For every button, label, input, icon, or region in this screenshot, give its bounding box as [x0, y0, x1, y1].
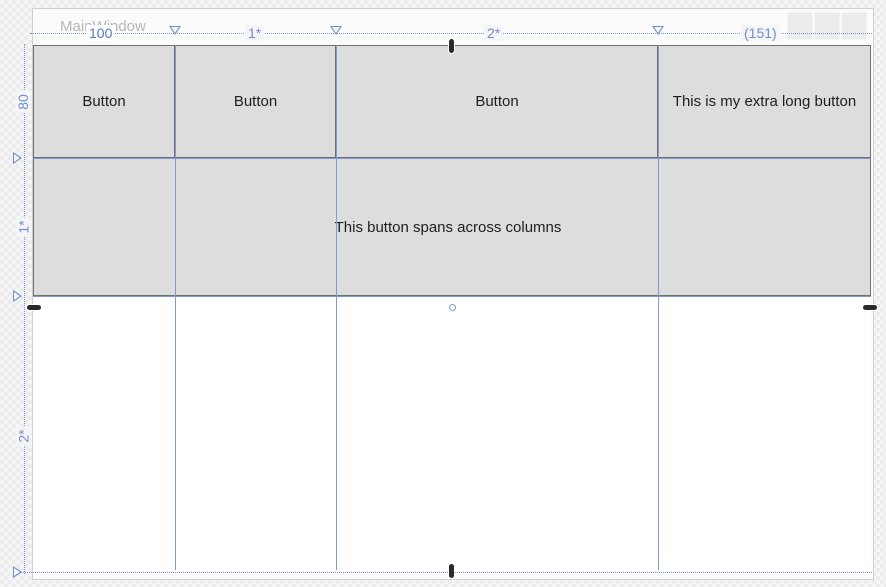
button-4[interactable]: This is my extra long button	[658, 45, 871, 158]
row-marker-1-icon[interactable]	[13, 152, 22, 164]
bottom-ruler	[20, 572, 872, 573]
button-2[interactable]: Button	[175, 45, 336, 158]
button-1-label: Button	[82, 93, 126, 110]
right-resize-handle-icon[interactable]	[862, 304, 878, 311]
column-marker-2-icon[interactable]	[330, 26, 342, 35]
close-button[interactable]	[841, 12, 867, 40]
row-marker-3-icon[interactable]	[13, 566, 22, 578]
row-marker-2-icon[interactable]	[13, 290, 22, 302]
row-height-label-3[interactable]: 2*	[15, 426, 32, 446]
column-width-label-3[interactable]: 2*	[484, 25, 504, 41]
button-1[interactable]: Button	[33, 45, 175, 158]
button-3-label: Button	[475, 93, 519, 110]
column-width-label-1[interactable]: 100	[86, 25, 116, 41]
column-divider-1[interactable]	[175, 45, 176, 570]
row-ruler	[24, 44, 25, 574]
left-resize-handle-icon[interactable]	[26, 304, 42, 311]
row-height-label-2[interactable]: 1*	[15, 217, 32, 237]
maximize-button[interactable]	[814, 12, 840, 40]
column-width-label-4[interactable]: (151)	[741, 25, 780, 41]
column-width-label-2[interactable]: 1*	[245, 25, 265, 41]
button-3[interactable]: Button	[336, 45, 658, 158]
column-marker-3-icon[interactable]	[652, 26, 664, 35]
top-resize-handle-icon[interactable]	[448, 38, 455, 54]
bottom-resize-handle-icon[interactable]	[448, 563, 455, 579]
column-divider-3[interactable]	[658, 45, 659, 570]
span-button[interactable]: This button spans across columns	[33, 158, 871, 296]
column-marker-1-icon[interactable]	[169, 26, 181, 35]
minimize-button[interactable]	[787, 12, 813, 40]
span-button-label: This button spans across columns	[334, 218, 562, 236]
row-height-label-1[interactable]: 80	[14, 91, 31, 113]
row-divider-2[interactable]	[33, 296, 871, 297]
column-divider-2[interactable]	[336, 45, 337, 570]
button-4-label: This is my extra long button	[672, 93, 857, 110]
center-anchor-icon[interactable]	[449, 304, 456, 311]
button-2-label: Button	[233, 93, 278, 110]
row-divider-1[interactable]	[33, 158, 871, 159]
